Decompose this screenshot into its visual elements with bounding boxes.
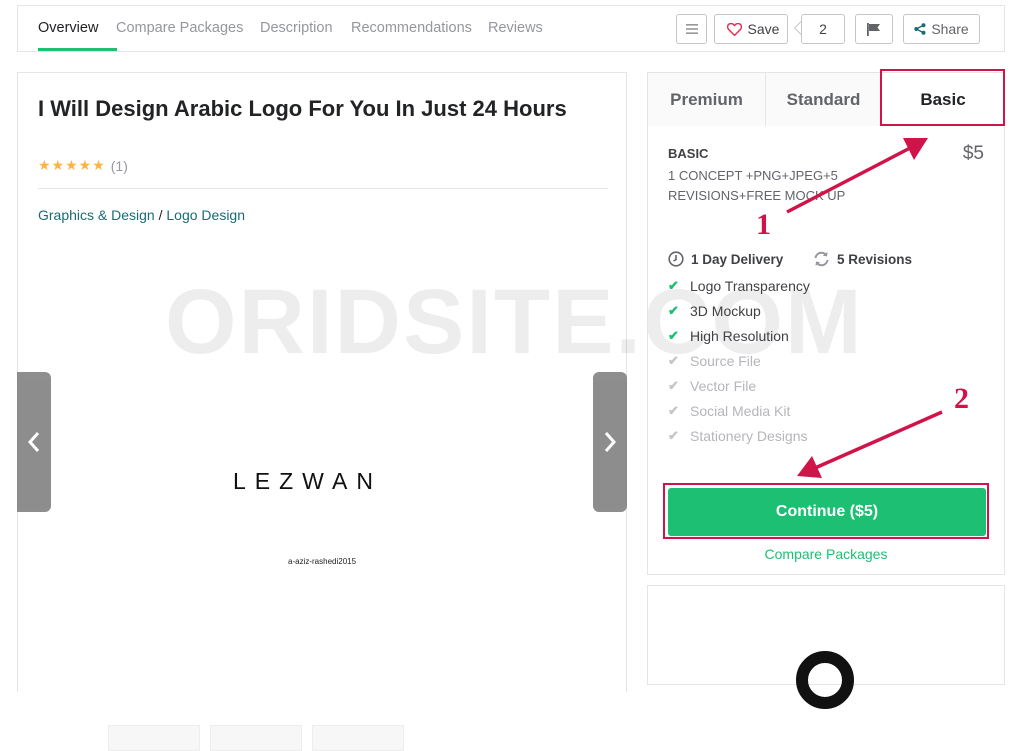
tab-description[interactable]: Description	[260, 20, 333, 36]
share-icon	[914, 23, 926, 35]
feature-high-resolution: ✔ High Resolution	[668, 328, 789, 344]
check-icon: ✔	[668, 328, 679, 343]
check-icon: ✔	[668, 303, 679, 318]
report-button[interactable]	[855, 14, 893, 44]
clock-icon	[668, 251, 684, 267]
gallery-thumbnail[interactable]	[38, 725, 98, 751]
save-count: 2	[801, 14, 845, 44]
tab-reviews[interactable]: Reviews	[488, 20, 543, 36]
share-label: Share	[931, 21, 969, 37]
gallery-image-credit: a-aziz-rashedi2015	[288, 557, 357, 566]
feature-label: Source File	[690, 353, 761, 369]
gig-rating[interactable]: ★★★★★ (1)	[38, 157, 128, 174]
continue-button[interactable]: Continue ($5)	[668, 488, 986, 536]
feature-logo-transparency: ✔ Logo Transparency	[668, 278, 810, 294]
seller-card	[647, 585, 1005, 709]
delivery-label: 1 Day Delivery	[691, 251, 784, 267]
gallery-thumbnails	[38, 725, 404, 751]
tab-recommendations[interactable]: Recommendations	[351, 20, 472, 36]
gallery-thumbnail[interactable]	[312, 725, 404, 751]
tab-compare-packages[interactable]: Compare Packages	[116, 20, 243, 36]
divider	[38, 188, 608, 189]
save-label: Save	[747, 21, 780, 37]
feature-label: Logo Transparency	[690, 278, 810, 294]
tab-overview[interactable]: Overview	[38, 20, 98, 36]
gig-nav-bar: Overview Compare Packages Description Re…	[17, 6, 1005, 52]
save-button[interactable]: Save	[714, 14, 788, 44]
feature-vector-file: ✔ Vector File	[668, 378, 756, 394]
rating-count: (1)	[110, 157, 128, 174]
delivery-time: 1 Day Delivery	[668, 251, 783, 267]
feature-label: 3D Mockup	[690, 303, 761, 319]
tab-basic[interactable]: Basic	[882, 73, 1004, 126]
compare-packages-link[interactable]: Compare Packages	[648, 546, 1004, 562]
package-name: BASIC	[668, 146, 709, 161]
feature-stationery-designs: ✔ Stationery Designs	[668, 428, 808, 444]
seller-avatar[interactable]	[796, 651, 854, 709]
chevron-right-icon	[604, 432, 617, 452]
gig-title: I Will Design Arabic Logo For You In Jus…	[38, 96, 567, 121]
check-icon: ✔	[668, 428, 679, 443]
tab-standard[interactable]: Standard	[766, 73, 882, 126]
feature-label: Stationery Designs	[690, 428, 808, 444]
gallery-prev-button[interactable]	[17, 372, 51, 512]
gallery-brand-word: LEZWAN	[233, 468, 382, 494]
gallery-thumbnail[interactable]	[108, 725, 200, 751]
breadcrumb-graphics-design[interactable]: Graphics & Design	[38, 207, 155, 223]
feature-3d-mockup: ✔ 3D Mockup	[668, 303, 761, 319]
feature-social-media-kit: ✔ Social Media Kit	[668, 403, 790, 419]
feature-label: Social Media Kit	[690, 403, 791, 419]
annotation-step-2: 2	[954, 382, 969, 415]
check-icon: ✔	[668, 403, 679, 418]
heart-icon	[726, 22, 742, 36]
breadcrumb-logo-design[interactable]: Logo Design	[166, 207, 245, 223]
feature-source-file: ✔ Source File	[668, 353, 761, 369]
hamburger-icon	[685, 24, 698, 34]
package-tabs: Premium Standard Basic	[648, 73, 1004, 126]
feature-label: High Resolution	[690, 328, 789, 344]
package-description: 1 CONCEPT +PNG+JPEG+5 REVISIONS+FREE MOC…	[668, 168, 846, 203]
tab-premium[interactable]: Premium	[648, 73, 766, 126]
check-icon: ✔	[668, 378, 679, 393]
refresh-icon	[814, 251, 829, 267]
chevron-left-icon	[27, 432, 40, 452]
breadcrumb: Graphics & Design / Logo Design	[38, 207, 245, 223]
flag-icon	[867, 22, 880, 36]
feature-label: Vector File	[690, 378, 757, 394]
share-button[interactable]: Share	[903, 14, 980, 44]
gig-content: I Will Design Arabic Logo For You In Jus…	[17, 72, 627, 751]
check-icon: ✔	[668, 278, 679, 293]
gig-gallery-image	[168, 293, 468, 583]
package-price: $5	[962, 143, 984, 164]
revisions-label: 5 Revisions	[837, 251, 913, 267]
annotation-step-1: 1	[756, 208, 771, 241]
revisions-count: 5 Revisions	[813, 251, 912, 267]
gallery-next-button[interactable]	[593, 372, 627, 512]
breadcrumb-separator: /	[158, 207, 163, 223]
gallery-thumbnail[interactable]	[210, 725, 302, 751]
active-tab-indicator	[38, 48, 117, 51]
check-icon: ✔	[668, 353, 679, 368]
menu-button[interactable]	[676, 14, 707, 44]
star-rating-icons: ★★★★★	[38, 157, 106, 173]
packages-panel: Premium Standard Basic BASIC $5 1 CONCEP…	[647, 72, 1005, 575]
